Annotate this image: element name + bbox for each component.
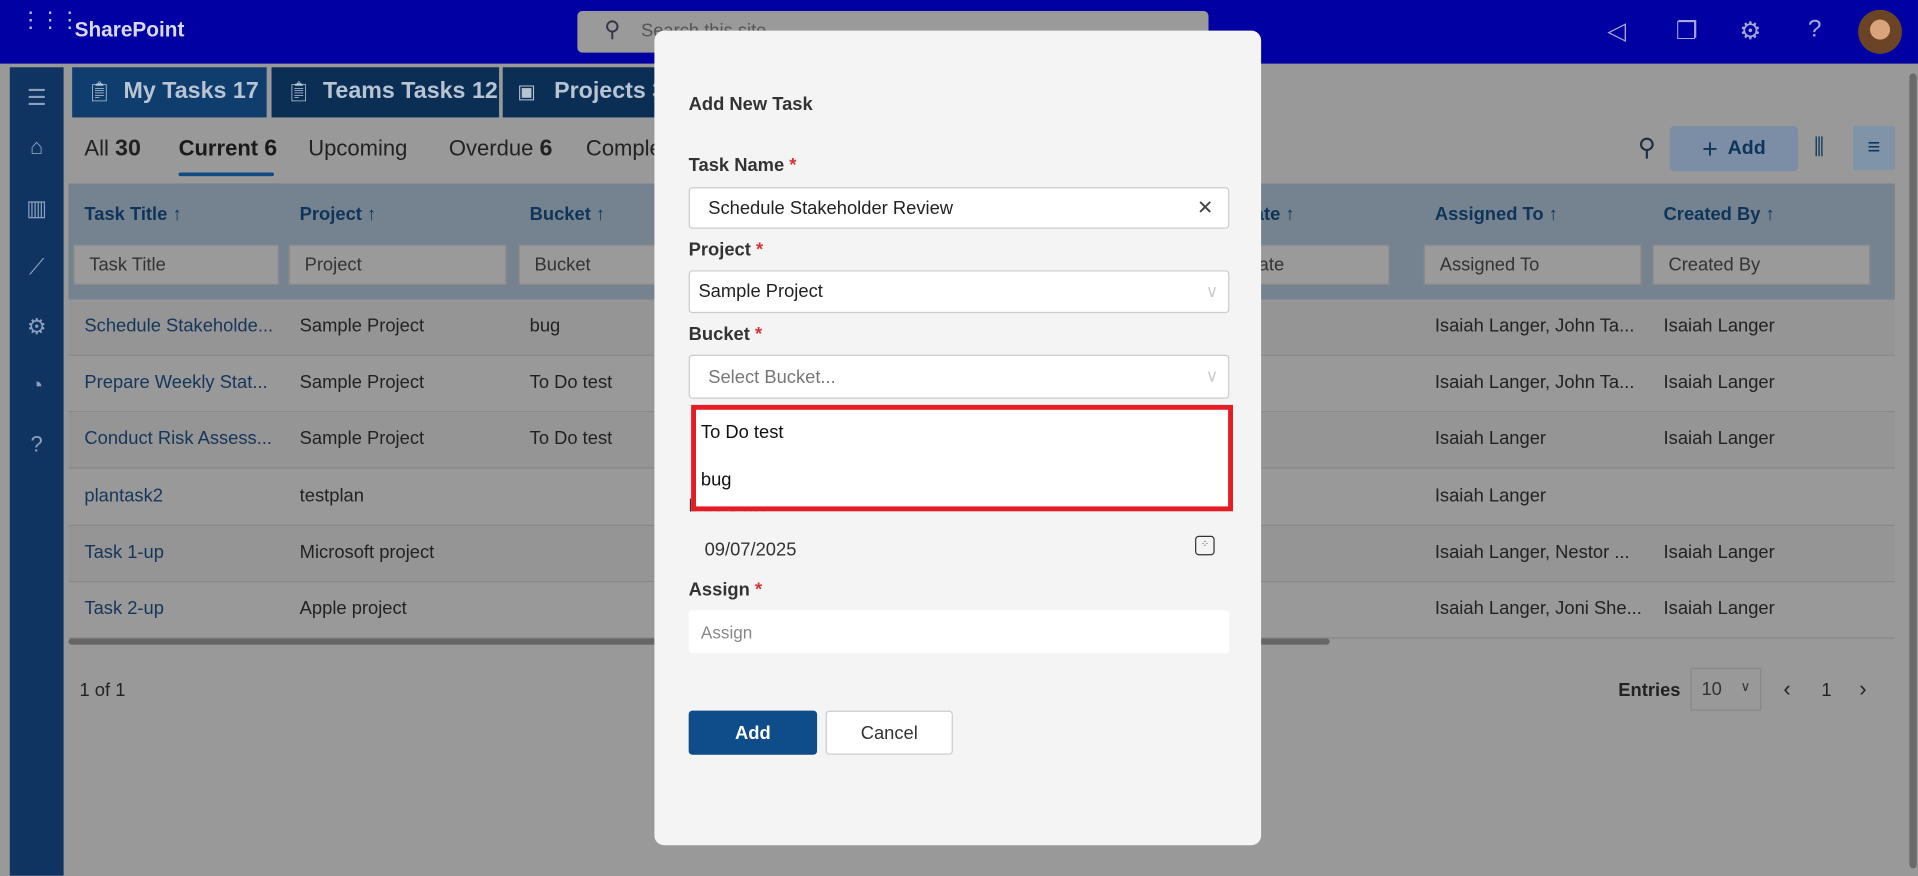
help-icon[interactable]: ? [1808, 16, 1822, 44]
cell-project: Sample Project [299, 315, 425, 337]
plus-icon: + [1702, 132, 1718, 164]
project-label: Project * [688, 239, 764, 261]
cell-assigned: Isaiah Langer, Joni She... [1434, 598, 1642, 619]
palette-icon[interactable]: ◔ [10, 373, 64, 399]
app-name[interactable]: SharePoint [75, 18, 185, 42]
column-filter-input[interactable]: Created By [1652, 244, 1871, 286]
pagination-summary: 1 of 1 [79, 680, 126, 701]
cell-created: Isaiah Langer [1663, 372, 1775, 393]
entries-select[interactable]: 10 ∨ [1690, 667, 1762, 711]
cell-created: Isaiah Langer [1663, 598, 1775, 619]
prev-page-icon[interactable]: ‹ [1783, 676, 1790, 702]
cell-created: Isaiah Langer [1663, 428, 1775, 450]
cell-title[interactable]: Schedule Stakeholde... [84, 316, 273, 337]
add-task-button[interactable]: + Add [1669, 125, 1799, 172]
list-view-icon[interactable]: ≡ [1853, 125, 1895, 171]
filter-tab-completed[interactable]: Comple [586, 136, 662, 162]
table-search-icon[interactable]: ⚲ [1638, 132, 1656, 163]
cell-created: Isaiah Langer [1663, 315, 1775, 337]
column-filter-input[interactable]: Project [288, 244, 507, 286]
cell-title[interactable]: Conduct Risk Assess... [84, 429, 272, 450]
edit-columns-icon[interactable]: ⫼ [1814, 135, 1824, 161]
settings-icon[interactable]: ⚙ [10, 314, 64, 340]
cell-project: Sample Project [299, 428, 425, 450]
cell-assigned: Isaiah Langer, John Ta... [1434, 315, 1635, 337]
next-page-icon[interactable]: › [1859, 676, 1866, 702]
cell-bucket: To Do test [529, 372, 613, 393]
tab-projects[interactable]: ▣ Projects 3 [502, 67, 655, 118]
cell-title[interactable]: plantask2 [84, 485, 163, 506]
column-header[interactable]: Assigned To ↑ [1435, 204, 1558, 225]
task-name-input[interactable]: Schedule Stakeholder Review ✕ [688, 187, 1230, 229]
bucket-select[interactable]: Select Bucket... ∨ [688, 354, 1230, 399]
tab-teams-tasks[interactable]: 📋︎ Teams Tasks 12 [271, 67, 500, 118]
analytics-icon[interactable]: ▥ [10, 196, 64, 222]
column-header[interactable]: Task Title ↑ [84, 204, 181, 225]
cell-title[interactable]: Task 2-up [84, 598, 164, 619]
trend-icon[interactable]: ⟋ [10, 254, 64, 280]
gear-icon[interactable]: ⚙ [1739, 16, 1761, 47]
bucket-dropdown-list: To Do test bug [691, 404, 1233, 512]
active-tab-underline [178, 172, 274, 177]
tab-my-tasks[interactable]: 📋︎ My Tasks 17 [72, 67, 267, 118]
chevron-down-icon: ∨ [1740, 680, 1751, 695]
column-filter-input[interactable]: Task Title [73, 244, 279, 286]
dialog-title: Add New Task [688, 94, 813, 115]
cancel-button[interactable]: Cancel [825, 710, 953, 755]
cell-project: Sample Project [299, 372, 425, 393]
due-date-input[interactable]: 09/07/2025 ⁘ [689, 528, 1230, 570]
filter-tab-upcoming[interactable]: Upcoming [308, 136, 407, 162]
cell-title[interactable]: Task 1-up [84, 542, 164, 563]
waffle-icon[interactable]: ⋮⋮⋮ [20, 9, 81, 31]
column-filter-input[interactable]: ate [1242, 244, 1390, 286]
left-nav [9, 67, 64, 876]
entries-label: Entries [1618, 680, 1681, 701]
cell-project: testplan [299, 485, 364, 506]
chat-icon[interactable]: ❐ [1676, 16, 1698, 47]
clipboard-icon: 📋︎ [86, 81, 112, 103]
cell-bucket: To Do test [529, 428, 613, 450]
help-icon[interactable]: ? [10, 432, 64, 458]
cell-project: Microsoft project [299, 541, 435, 563]
cell-project: Apple project [299, 598, 407, 619]
filter-tab-overdue[interactable]: Overdue 6 [449, 136, 553, 163]
add-task-dialog: Add New Task Task Name * Schedule Stakeh… [654, 30, 1262, 846]
vertical-scrollbar[interactable] [1909, 73, 1917, 869]
bucket-label: Bucket * [688, 324, 763, 345]
project-select[interactable]: Sample Project ∨ [688, 270, 1230, 314]
chevron-down-icon: ∨ [1205, 365, 1219, 386]
calendar-icon[interactable]: ⁘ [1195, 535, 1215, 556]
bucket-option[interactable]: To Do test [701, 422, 784, 443]
chevron-down-icon: ∨ [1205, 281, 1219, 301]
current-page[interactable]: 1 [1821, 680, 1831, 701]
cell-title[interactable]: Prepare Weekly Stat... [84, 372, 267, 393]
bucket-option[interactable]: bug [701, 470, 732, 491]
avatar[interactable] [1858, 9, 1903, 54]
assign-input[interactable]: Assign [688, 610, 1230, 654]
task-name-label: Task Name * [688, 155, 797, 177]
cell-created: Isaiah Langer [1663, 541, 1775, 563]
column-filter-input[interactable]: Assigned To [1423, 244, 1642, 286]
cell-assigned: Isaiah Langer, John Ta... [1434, 372, 1635, 393]
filter-tab-current[interactable]: Current 6 [179, 136, 278, 163]
assign-label: Assign * [688, 579, 763, 601]
search-icon: ⚲ [604, 17, 621, 42]
home-icon[interactable]: ⌂ [10, 135, 64, 161]
column-header[interactable]: Bucket ↑ [530, 204, 605, 225]
cell-bucket: bug [529, 315, 561, 337]
cell-assigned: Isaiah Langer, Nestor ... [1434, 541, 1630, 563]
clear-icon[interactable]: ✕ [1197, 196, 1213, 220]
hamburger-icon[interactable]: ☰ [10, 86, 64, 112]
cell-assigned: Isaiah Langer [1434, 485, 1547, 506]
add-button[interactable]: Add [688, 710, 818, 755]
project-icon: ▣ [517, 81, 536, 103]
filter-tab-all[interactable]: All 30 [84, 136, 140, 163]
column-header[interactable]: Created By ↑ [1664, 204, 1775, 225]
cell-assigned: Isaiah Langer [1434, 428, 1547, 450]
clipboard-icon: 📋︎ [286, 81, 312, 103]
column-header[interactable]: Project ↑ [300, 204, 376, 225]
megaphone-icon[interactable]: ◁ [1607, 16, 1626, 47]
